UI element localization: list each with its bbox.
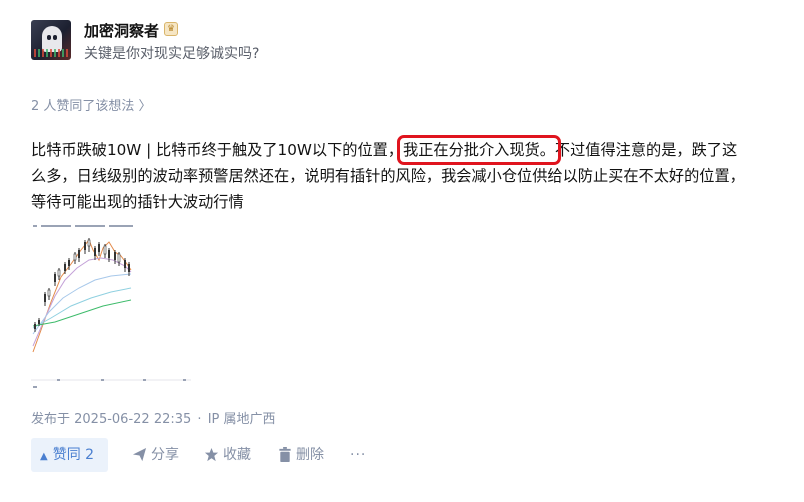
avatar[interactable] (31, 20, 71, 60)
upvote-triangle-icon: ▲ (40, 451, 48, 462)
share-label: 分享 (151, 447, 179, 463)
share-icon (132, 447, 147, 462)
star-icon (204, 447, 219, 462)
trash-icon (279, 447, 291, 462)
highlighted-text: 我正在分批介入现货。 (397, 135, 561, 165)
action-bar: ▲ 赞同 2 分享 收藏 删除 ··· (31, 438, 771, 472)
post-text-before: 比特币跌破10W | 比特币终于触及了10W以下的位置， (31, 141, 404, 159)
author-headline: 关键是你对现实足够诚实吗? (84, 46, 260, 62)
chart-image-thumbnail[interactable] (31, 222, 191, 392)
more-icon: ··· (350, 447, 367, 463)
ip-location: IP 属地广西 (207, 412, 276, 427)
publish-time: 发布于 2025-06-22 22:35 (31, 412, 192, 427)
post-meta: 发布于 2025-06-22 22:35 · IP 属地广西 (31, 408, 276, 427)
post-content: 比特币跌破10W | 比特币终于触及了10W以下的位置，我正在分批介入现货。不过… (31, 135, 751, 215)
favorite-label: 收藏 (223, 447, 251, 463)
level-badge-icon: ♛ (164, 22, 178, 36)
delete-button[interactable]: 删除 (278, 438, 324, 472)
author-name[interactable]: 加密洞察者 (84, 20, 159, 41)
likes-summary-link[interactable]: 2 人赞同了该想法 〉 (31, 95, 152, 114)
upvote-button[interactable]: ▲ 赞同 2 (31, 438, 108, 472)
upvote-label: 赞同 2 (52, 447, 95, 463)
delete-label: 删除 (296, 447, 324, 463)
share-button[interactable]: 分享 (132, 438, 179, 472)
post-header: 加密洞察者 ♛ 关键是你对现实足够诚实吗? (31, 20, 771, 64)
more-options-button[interactable]: ··· (350, 438, 366, 472)
favorite-button[interactable]: 收藏 (204, 438, 251, 472)
meta-separator: · (197, 412, 202, 427)
